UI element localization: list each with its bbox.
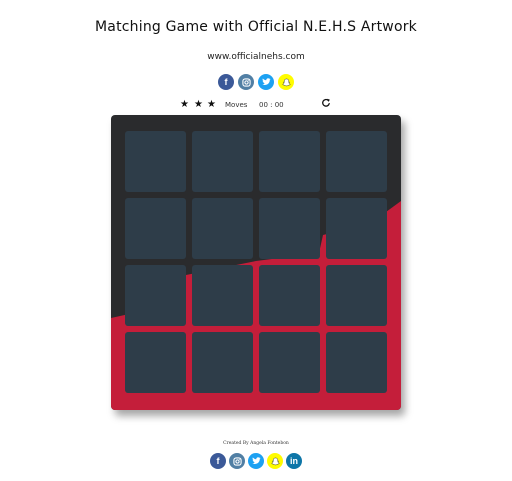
score-panel: ★ ★ ★ Moves 00 : 00	[180, 98, 333, 111]
card[interactable]	[192, 332, 253, 393]
star-icon: ★	[207, 99, 216, 110]
card[interactable]	[326, 265, 387, 326]
instagram-icon[interactable]	[238, 74, 254, 90]
card[interactable]	[192, 198, 253, 259]
facebook-glyph: f	[216, 456, 220, 466]
star-icon: ★	[180, 99, 189, 110]
card[interactable]	[259, 131, 320, 192]
facebook-icon[interactable]: f	[218, 74, 234, 90]
card[interactable]	[125, 131, 186, 192]
site-url-link[interactable]: www.officialnehs.com	[0, 52, 512, 62]
moves-label: Moves	[225, 101, 248, 109]
snapchat-icon[interactable]	[278, 74, 294, 90]
instagram-icon[interactable]	[229, 453, 245, 469]
twitter-icon[interactable]	[248, 453, 264, 469]
linkedin-glyph: in	[290, 456, 298, 466]
card[interactable]	[192, 265, 253, 326]
twitter-icon[interactable]	[258, 74, 274, 90]
card[interactable]	[125, 198, 186, 259]
linkedin-icon[interactable]: in	[286, 453, 302, 469]
credit-text: Created By Angela Fontebon	[223, 441, 289, 446]
restart-icon[interactable]	[321, 98, 333, 110]
card-deck	[111, 115, 401, 410]
card[interactable]	[259, 265, 320, 326]
card[interactable]	[125, 332, 186, 393]
social-links-top: f	[0, 74, 512, 90]
card[interactable]	[259, 332, 320, 393]
snapchat-icon[interactable]	[267, 453, 283, 469]
card[interactable]	[259, 198, 320, 259]
facebook-glyph: f	[224, 77, 228, 87]
facebook-icon[interactable]: f	[210, 453, 226, 469]
card[interactable]	[326, 198, 387, 259]
card[interactable]	[326, 131, 387, 192]
card[interactable]	[326, 332, 387, 393]
page-title: Matching Game with Official N.E.H.S Artw…	[95, 19, 417, 35]
social-links-bottom: f in	[0, 453, 512, 469]
card[interactable]	[125, 265, 186, 326]
timer: 00 : 00	[259, 101, 284, 109]
card[interactable]	[192, 131, 253, 192]
star-icon: ★	[194, 99, 203, 110]
